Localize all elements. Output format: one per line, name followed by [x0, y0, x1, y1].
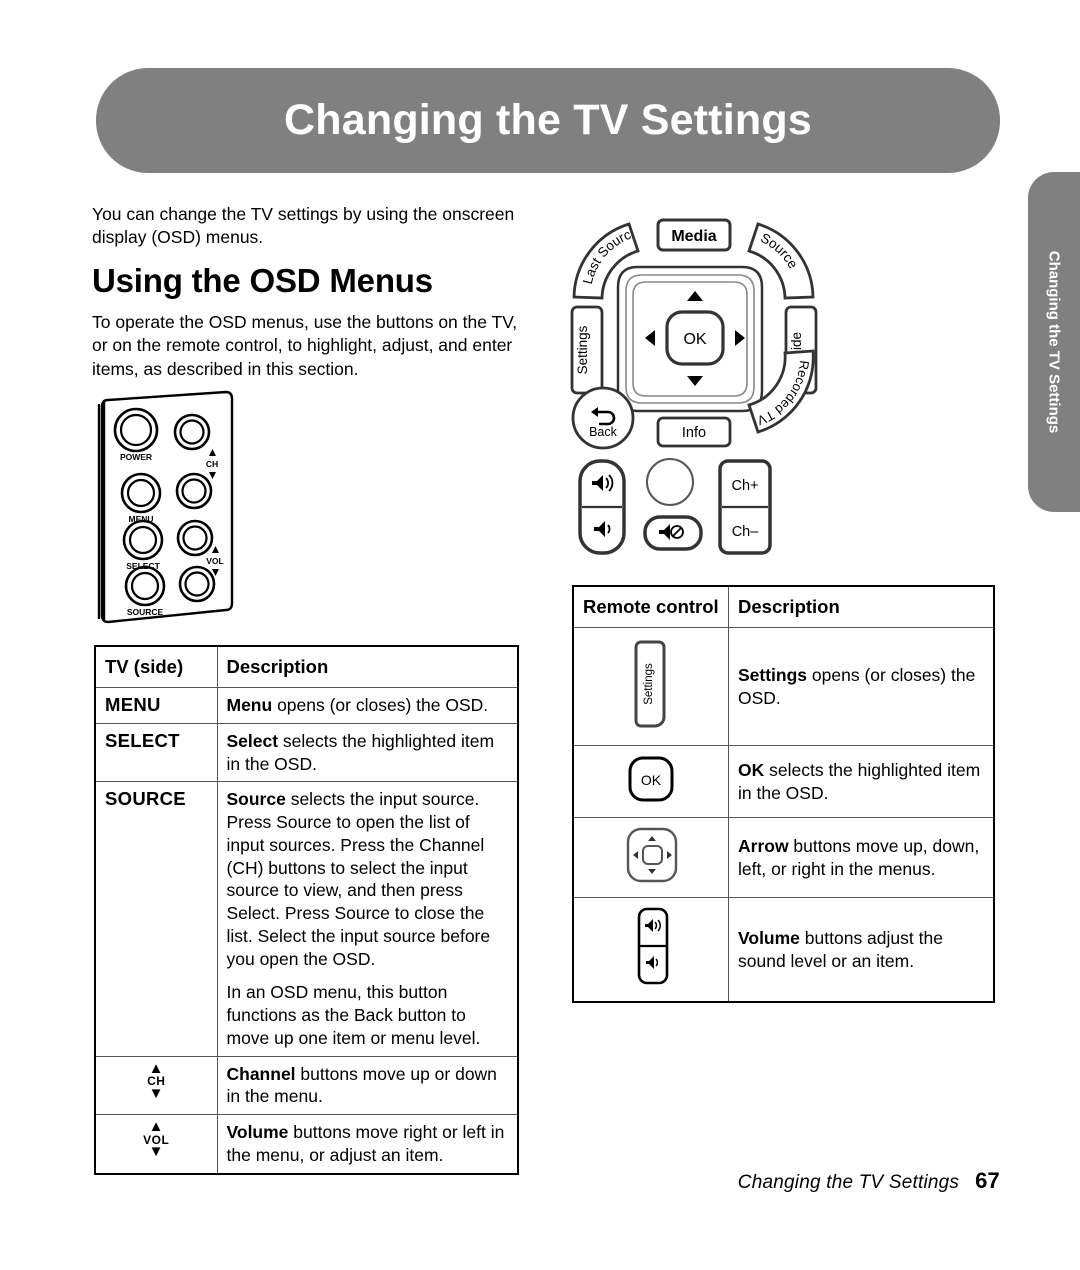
- remote-ok-key: OK: [665, 310, 725, 366]
- desc-rest: selects the input source. Press Source t…: [226, 789, 491, 969]
- ok-key-label: OK: [641, 772, 662, 788]
- table-row: MENU Menu opens (or closes) the OSD.: [94, 687, 519, 724]
- tv-label-menu: MENU: [128, 514, 153, 524]
- desc-lead: Volume: [738, 927, 800, 948]
- intro-paragraph: You can change the TV settings by using …: [92, 204, 515, 248]
- desc-lead: Menu: [226, 695, 273, 715]
- remote-desc-volume: Volume buttons adjust the sound level or…: [728, 897, 995, 1003]
- tv-key-menu: MENU: [94, 687, 218, 724]
- arrow-down-icon: ▼: [148, 1143, 164, 1161]
- page-footer: Changing the TV Settings 67: [738, 1168, 1000, 1194]
- tv-label-vol: VOL: [206, 556, 223, 566]
- remote-channel-rocker: Ch+ Ch–: [718, 459, 772, 555]
- desc-lead: OK: [738, 759, 765, 780]
- svg-text:OK: OK: [683, 331, 706, 348]
- arrow-up-icon: ▲: [148, 1118, 164, 1135]
- remote-settings-key-cell: Settings: [572, 627, 729, 746]
- remote-arrow-pad-cell: [572, 817, 729, 898]
- table-row: Settings Settings opens (or closes) the …: [572, 627, 995, 746]
- footer-section-title: Changing the TV Settings: [737, 1172, 960, 1193]
- section-tab: Changing the TV Settings: [1028, 172, 1080, 512]
- remote-settings-key: Settings: [570, 305, 604, 395]
- remote-round-key: [646, 458, 694, 506]
- remote-desc-settings: Settings opens (or closes) the OSD.: [728, 627, 995, 746]
- column-header-tv-side: TV (side): [94, 645, 218, 688]
- ch-rocker-icon: ▲ CH ▼: [105, 1061, 208, 1102]
- tv-label-power: POWER: [120, 452, 152, 462]
- arrow-down-icon: ▼: [148, 1084, 164, 1102]
- column-header-description: Description: [728, 585, 995, 628]
- tv-key-volume: ▲ VOL ▼: [94, 1114, 218, 1174]
- table-row: Volume buttons adjust the sound level or…: [572, 897, 995, 1003]
- remote-media-key: Media: [656, 218, 732, 252]
- column-header-description: Description: [216, 645, 519, 688]
- tv-desc-menu: Menu opens (or closes) the OSD.: [216, 687, 519, 724]
- svg-text:Settings: Settings: [575, 325, 590, 374]
- section-heading: Using the OSD Menus: [92, 262, 433, 299]
- tv-label-ch: CH: [206, 459, 218, 469]
- desc-lead: Channel: [226, 1063, 296, 1084]
- tv-label-source: SOURCE: [127, 607, 164, 617]
- ok-key-icon: OK: [628, 756, 674, 802]
- table-row: OK OK selects the highlighted item in th…: [572, 745, 995, 818]
- tv-key-source: SOURCE: [94, 781, 218, 1057]
- tv-side-panel-illustration: POWER MENU SELECT SOURCE CH VOL: [88, 388, 338, 633]
- tv-desc-volume: Volume buttons move right or left in the…: [216, 1114, 519, 1174]
- remote-mute-key: [643, 515, 703, 551]
- desc-lead: Settings: [738, 664, 808, 685]
- tv-label-select: SELECT: [126, 561, 160, 571]
- desc-lead: Arrow: [738, 835, 789, 856]
- desc-rest-2: In an OSD menu, this button functions as…: [226, 982, 481, 1048]
- table-header-row: Remote control Description: [572, 585, 995, 628]
- page-title: Changing the TV Settings: [284, 96, 812, 144]
- table-row: ▲ CH ▼ Channel buttons move up or down i…: [94, 1055, 519, 1115]
- desc-rest: opens (or closes) the OSD.: [272, 695, 489, 715]
- table-row: SOURCE Source selects the input source. …: [94, 781, 519, 1057]
- remote-desc-ok: OK selects the highlighted item in the O…: [728, 745, 995, 818]
- tv-key-select: SELECT: [94, 722, 218, 783]
- desc-lead: Source: [226, 789, 286, 810]
- tv-desc-select: Select selects the highlighted item in t…: [216, 722, 519, 783]
- remote-control-illustration: Media Last Source Source: [556, 193, 830, 565]
- column-header-remote-control: Remote control: [572, 585, 729, 628]
- remote-volume-rocker-cell: [572, 897, 729, 1003]
- arrow-pad-icon: [626, 827, 678, 883]
- remote-back-key: Back: [571, 386, 635, 450]
- svg-text:Ch+: Ch+: [731, 478, 758, 494]
- table-row: ▲ VOL ▼ Volume buttons move right or lef…: [94, 1114, 519, 1174]
- remote-volume-rocker: [578, 459, 626, 555]
- desc-lead: Select: [226, 730, 279, 751]
- desc-rest: selects the highlighted item in the OSD.: [738, 759, 981, 803]
- volume-rocker-icon: [637, 907, 669, 985]
- table-row: Arrow buttons move up, down, left, or ri…: [572, 817, 995, 898]
- vol-rocker-icon: ▲ VOL ▼: [105, 1118, 208, 1161]
- remote-ok-key-cell: OK: [572, 745, 729, 818]
- settings-key-icon: Settings: [634, 640, 666, 728]
- footer-page-number: 67: [975, 1168, 1000, 1193]
- page-banner: Changing the TV Settings: [96, 68, 1000, 173]
- remote-button-table: Remote control Description Settings Sett…: [572, 585, 995, 1003]
- tv-side-button-table: TV (side) Description MENU Menu opens (o…: [94, 645, 519, 1175]
- tv-key-channel: ▲ CH ▼: [94, 1055, 218, 1115]
- intro-paragraph-2: To operate the OSD menus, use the button…: [92, 312, 518, 379]
- tv-desc-channel: Channel buttons move up or down in the m…: [216, 1055, 519, 1115]
- svg-text:Info: Info: [682, 425, 706, 441]
- remote-info-key: Info: [656, 416, 732, 448]
- settings-key-label: Settings: [643, 663, 655, 705]
- svg-text:Media: Media: [671, 228, 716, 245]
- tv-desc-source: Source selects the input source. Press S…: [216, 781, 519, 1057]
- table-header-row: TV (side) Description: [94, 645, 519, 688]
- svg-text:Back: Back: [589, 425, 618, 439]
- desc-lead: Volume: [226, 1122, 289, 1142]
- table-row: SELECT Select selects the highlighted it…: [94, 722, 519, 783]
- manual-page: Changing the TV Settings Changing the TV…: [0, 0, 1080, 1270]
- svg-text:Ch–: Ch–: [732, 524, 760, 540]
- section-tab-label: Changing the TV Settings: [1045, 250, 1063, 434]
- remote-desc-arrows: Arrow buttons move up, down, left, or ri…: [728, 817, 995, 898]
